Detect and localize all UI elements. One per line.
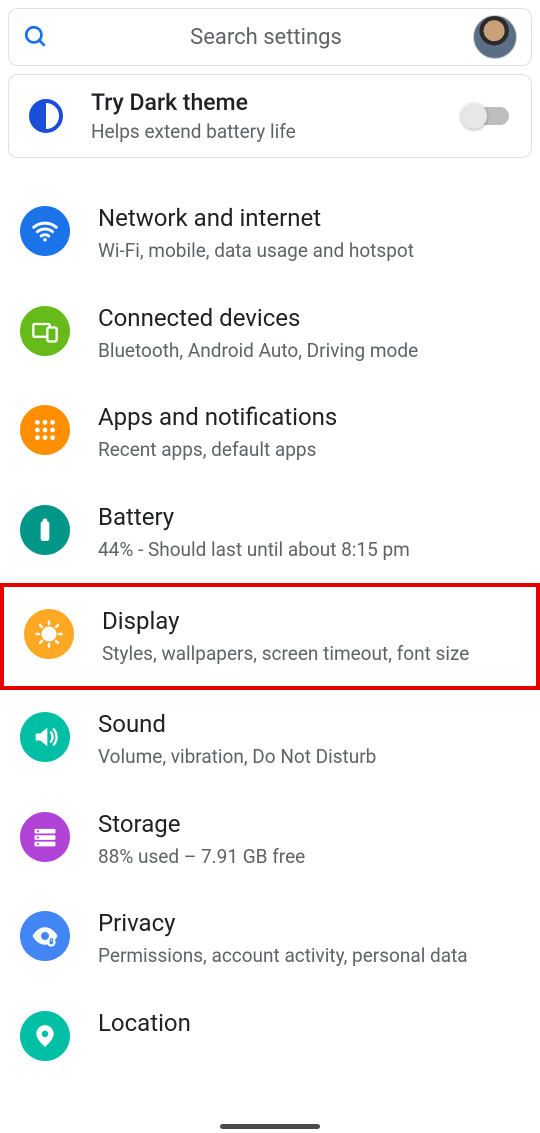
dark-theme-text: Try Dark theme Helps extend battery life [91,89,437,143]
sound-icon [20,712,70,762]
settings-item-subtitle: Styles, wallpapers, screen timeout, font… [102,641,516,667]
settings-item-text: Storage 88% used – 7.91 GB free [98,810,520,870]
settings-item-text: Sound Volume, vibration, Do Not Disturb [98,710,520,770]
dark-theme-subtitle: Helps extend battery life [91,120,437,143]
settings-item-subtitle: Bluetooth, Android Auto, Driving mode [98,338,520,364]
settings-item-title: Location [98,1009,520,1037]
settings-item-title: Privacy [98,909,520,937]
location-icon [20,1011,70,1061]
settings-item-title: Storage [98,810,520,838]
dark-theme-toggle[interactable] [465,107,509,125]
battery-icon [20,505,70,555]
settings-item-text: Network and internet Wi-Fi, mobile, data … [98,204,520,264]
search-placeholder: Search settings [59,25,473,50]
search-bar[interactable]: Search settings [8,8,532,66]
settings-item-sound[interactable]: Sound Volume, vibration, Do Not Disturb [0,690,540,790]
settings-item-title: Display [102,607,516,635]
settings-item-privacy[interactable]: Privacy Permissions, account activity, pe… [0,889,540,989]
settings-item-devices[interactable]: Connected devices Bluetooth, Android Auto… [0,284,540,384]
settings-item-subtitle: Wi-Fi, mobile, data usage and hotspot [98,238,520,264]
dark-theme-card[interactable]: Try Dark theme Helps extend battery life [8,74,532,158]
settings-item-text: Apps and notifications Recent apps, defau… [98,403,520,463]
settings-item-text: Battery 44% - Should last until about 8:1… [98,503,520,563]
settings-item-text: Display Styles, wallpapers, screen timeou… [102,607,516,667]
avatar[interactable] [473,15,517,59]
settings-item-title: Apps and notifications [98,403,520,431]
settings-item-title: Connected devices [98,304,520,332]
settings-item-title: Sound [98,710,520,738]
settings-item-title: Battery [98,503,520,531]
devices-icon [20,306,70,356]
settings-item-apps[interactable]: Apps and notifications Recent apps, defau… [0,383,540,483]
settings-item-subtitle: Recent apps, default apps [98,437,520,463]
settings-item-text: Location [98,1009,520,1043]
wifi-icon [20,206,70,256]
apps-icon [20,405,70,455]
dark-theme-title: Try Dark theme [91,89,437,116]
contrast-icon [29,99,63,133]
settings-item-subtitle: Volume, vibration, Do Not Disturb [98,744,520,770]
settings-item-subtitle: 88% used – 7.91 GB free [98,844,520,870]
settings-item-battery[interactable]: Battery 44% - Should last until about 8:1… [0,483,540,583]
settings-item-storage[interactable]: Storage 88% used – 7.91 GB free [0,790,540,890]
display-icon [24,609,74,659]
storage-icon [20,812,70,862]
settings-item-location[interactable]: Location [0,989,540,1081]
settings-list: Network and internet Wi-Fi, mobile, data … [0,166,540,1081]
settings-item-wifi[interactable]: Network and internet Wi-Fi, mobile, data … [0,184,540,284]
settings-item-subtitle: Permissions, account activity, personal … [98,943,520,969]
settings-item-display[interactable]: Display Styles, wallpapers, screen timeou… [0,583,540,691]
settings-item-text: Connected devices Bluetooth, Android Auto… [98,304,520,364]
search-icon [23,24,59,50]
settings-item-subtitle: 44% - Should last until about 8:15 pm [98,537,520,563]
privacy-icon [20,911,70,961]
settings-item-text: Privacy Permissions, account activity, pe… [98,909,520,969]
settings-item-title: Network and internet [98,204,520,232]
